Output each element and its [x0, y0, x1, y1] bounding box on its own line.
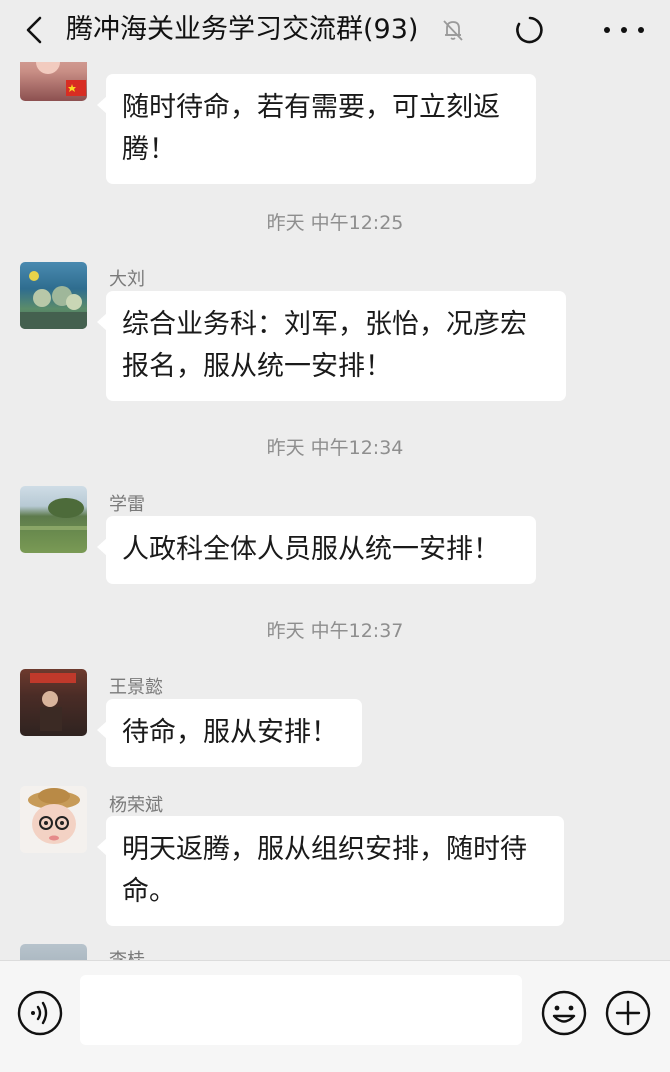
- sender-name: 杨荣斌: [109, 795, 163, 816]
- more-dot: [638, 27, 644, 33]
- timestamp: 昨天 中午12:34: [266, 437, 404, 459]
- chat-header: 腾冲海关业务学习交流群(93): [0, 0, 670, 62]
- sender-name: 学雷: [109, 494, 145, 515]
- avatar[interactable]: [20, 944, 87, 960]
- avatar[interactable]: [20, 669, 87, 736]
- sender-name: 李桂: [109, 946, 145, 960]
- message-bubble[interactable]: 待命，服从安排！: [97, 699, 362, 767]
- sender-name: 王景懿: [109, 677, 163, 698]
- back-icon: [26, 16, 42, 44]
- voice-button[interactable]: [16, 989, 64, 1037]
- mute-bell-icon: [440, 17, 466, 43]
- timestamp: 昨天 中午12:37: [266, 620, 404, 642]
- message-text: 明天返腾，服从组织安排，随时待命。: [122, 834, 527, 907]
- sender-name: 大刘: [109, 269, 145, 290]
- message-text: 随时待命，若有需要，可立刻返腾！: [122, 92, 500, 165]
- more-dot: [604, 27, 610, 33]
- message-text: 综合业务科：刘军，张怡，况彦宏报名，服从统一安排！: [122, 309, 527, 382]
- message-bubble[interactable]: 人政科全体人员服从统一安排！: [97, 516, 536, 584]
- message-input[interactable]: [80, 975, 522, 1045]
- voice-icon: [17, 990, 63, 1036]
- plus-icon: [605, 990, 651, 1036]
- emoji-icon: [541, 990, 587, 1036]
- more-button[interactable]: [604, 14, 644, 46]
- avatar[interactable]: [20, 786, 87, 853]
- message-text: 待命，服从安排！: [122, 717, 338, 748]
- back-button[interactable]: [18, 14, 50, 46]
- avatar[interactable]: [20, 62, 87, 101]
- message-bubble[interactable]: 综合业务科：刘军，张怡，况彦宏报名，服从统一安排！: [97, 291, 566, 401]
- emoji-button[interactable]: [540, 989, 588, 1037]
- message-bubble[interactable]: 随时待命，若有需要，可立刻返腾！: [97, 74, 536, 184]
- input-bar: [0, 960, 670, 1072]
- message-bubble[interactable]: 明天返腾，服从组织安排，随时待命。: [97, 816, 564, 926]
- avatar[interactable]: [20, 486, 87, 553]
- message-text: 人政科全体人员服从统一安排！: [122, 534, 500, 565]
- loading-icon[interactable]: [514, 14, 546, 46]
- message-list[interactable]: 随时待命，若有需要，可立刻返腾！ 昨天 中午12:25 大刘 综合业务科：刘军，…: [0, 62, 670, 960]
- group-title: 腾冲海关业务学习交流群(93): [66, 14, 419, 45]
- avatar[interactable]: [20, 262, 87, 329]
- more-functions-button[interactable]: [604, 989, 652, 1037]
- timestamp: 昨天 中午12:25: [266, 212, 404, 234]
- more-dot: [621, 27, 627, 33]
